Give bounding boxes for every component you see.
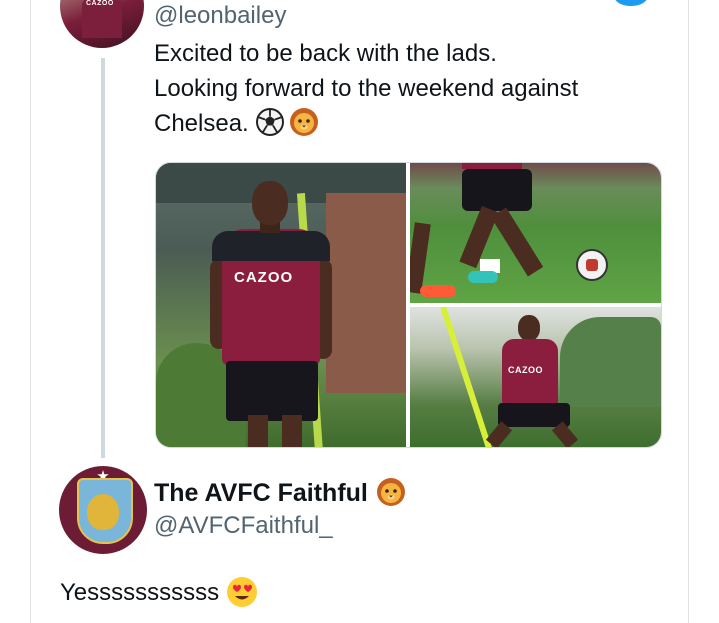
player-shorts bbox=[226, 361, 318, 421]
tweet-media-grid[interactable]: CAZOO CAZOO bbox=[155, 162, 662, 448]
leonbailey-avatar[interactable]: CAZOO bbox=[60, 0, 144, 48]
player-head bbox=[252, 181, 288, 225]
crest-lion bbox=[87, 494, 119, 530]
avfcfaithful-avatar[interactable] bbox=[59, 466, 147, 554]
player-head bbox=[518, 315, 540, 341]
tweet-text-line-end: Chelsea. bbox=[154, 110, 249, 137]
lion-face-icon bbox=[376, 478, 405, 506]
soccer-ball-icon bbox=[255, 108, 284, 136]
reply-text: Yesssssssssss bbox=[60, 575, 259, 609]
reply-author-handle[interactable]: @AVFCFaithful_ bbox=[154, 512, 333, 540]
shirt-sponsor-text: CAZOO bbox=[234, 269, 294, 286]
player-shorts bbox=[462, 169, 532, 211]
avatar-sponsor-text: CAZOO bbox=[86, 0, 114, 7]
player-boot bbox=[420, 285, 456, 297]
photo-trees bbox=[560, 317, 661, 407]
reply-author-name[interactable]: The AVFC Faithful bbox=[154, 477, 406, 508]
player-boot bbox=[468, 271, 498, 283]
card-left-border bbox=[30, 0, 31, 623]
heart-eyes-face-icon bbox=[227, 577, 258, 607]
tweet-text-line: Chelsea. bbox=[154, 106, 578, 141]
football bbox=[576, 249, 608, 281]
player-leg bbox=[282, 415, 302, 447]
tweet-text-line: Looking forward to the weekend against bbox=[154, 75, 579, 102]
more-options-icon[interactable] bbox=[614, 0, 648, 6]
thread-connector-line bbox=[101, 58, 105, 458]
reply-display-name: The AVFC Faithful bbox=[154, 479, 368, 507]
player-shirt-shoulders bbox=[212, 231, 330, 261]
media-photo-training-portrait[interactable]: CAZOO bbox=[156, 163, 406, 447]
photo-brick-wall bbox=[326, 193, 406, 393]
player-leg bbox=[248, 415, 268, 447]
photo-other-leg bbox=[410, 222, 431, 294]
card-right-border bbox=[688, 0, 689, 623]
media-photo-ball-control[interactable] bbox=[410, 163, 661, 303]
tweet-text: Excited to be back with the lads. Lookin… bbox=[154, 36, 578, 141]
media-photo-training-drill[interactable]: CAZOO bbox=[410, 307, 661, 447]
tweet-author-handle[interactable]: @leonbailey bbox=[154, 2, 286, 30]
shirt-sponsor-text: CAZOO bbox=[508, 365, 543, 375]
lion-face-icon bbox=[289, 108, 318, 136]
reply-text-body: Yesssssssssss bbox=[60, 579, 220, 606]
tweet-text-line: Excited to be back with the lads. bbox=[154, 40, 497, 67]
photo-training-pole bbox=[440, 307, 493, 447]
